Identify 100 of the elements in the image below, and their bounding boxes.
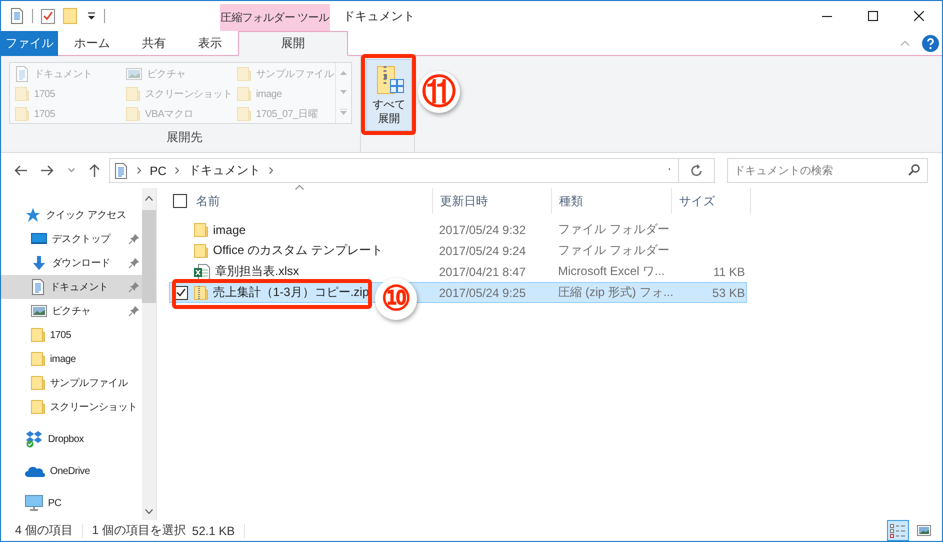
document-icon [31, 279, 45, 295]
type-cell-text: ファイル フォルダー [557, 242, 670, 259]
chevron-icon[interactable] [175, 167, 180, 174]
scroll-up-icon[interactable] [144, 196, 152, 201]
computer-icon [25, 495, 43, 511]
nav-item[interactable]: image [1, 347, 142, 371]
item-count: 4 個の項目 [15, 522, 74, 539]
step-number-badge: ⑩ [375, 278, 417, 320]
forward-icon[interactable] [41, 165, 54, 176]
refresh-icon [690, 164, 703, 177]
breadcrumb[interactable]: ドキュメント [188, 162, 260, 179]
column-header[interactable]: サイズ [672, 188, 751, 214]
help-icon[interactable] [922, 34, 939, 52]
select-all-checkbox[interactable] [173, 194, 187, 208]
scrollbar-thumb[interactable] [142, 210, 156, 303]
file-name: Office のカスタム テンプレート [213, 242, 383, 259]
cloud-icon [25, 464, 45, 478]
selection-size: 52.1 KB [192, 524, 235, 538]
column-header[interactable]: 種類 [552, 188, 672, 214]
pin-icon [128, 233, 140, 245]
maximize-icon [868, 11, 878, 21]
nav-item[interactable]: PC [1, 487, 142, 519]
picture-icon [31, 304, 47, 318]
folder-icon [237, 86, 251, 102]
folder-icon [126, 86, 140, 102]
folder-icon [126, 106, 140, 122]
date-cell-text: 2017/04/21 8:47 [438, 264, 527, 278]
pin-icon [128, 305, 140, 317]
checklist-icon[interactable] [41, 8, 55, 24]
search-field[interactable]: ドキュメントの検索 [727, 158, 928, 183]
ribbon-tab[interactable]: 表示 [182, 31, 238, 56]
nav-item[interactable]: スクリーンショット [1, 395, 142, 419]
selection-count: 1 個の項目を選択 [92, 522, 186, 539]
star-icon [25, 207, 41, 223]
chevron-icon[interactable] [269, 167, 274, 174]
ribbon-tab[interactable]: 共有 [126, 31, 182, 56]
thumbnail-icon [917, 525, 931, 536]
nav-item[interactable]: Dropbox [1, 423, 142, 455]
refresh-button[interactable] [679, 158, 716, 183]
breadcrumb[interactable]: PC [150, 164, 166, 178]
folder-icon [237, 106, 251, 122]
recent-locations-icon[interactable] [68, 168, 75, 173]
folder-icon [237, 66, 251, 82]
size-cell-text: 11 KB [712, 264, 745, 278]
extract-all-button[interactable]: すべて 展開 [366, 59, 412, 131]
file-row[interactable]: Office のカスタム テンプレート 2017/05/24 9:24 ファイル フォルダー [169, 240, 747, 261]
nav-item[interactable]: サンプルファイル [1, 371, 142, 395]
pin-icon [128, 281, 140, 293]
file-name: 売上集計（1-3月）コピー.zip [213, 284, 370, 301]
date-cell-text: 2017/05/24 9:24 [438, 244, 527, 258]
scroll-down-icon[interactable] [144, 509, 152, 514]
nav-item[interactable]: ピクチャ [1, 299, 142, 323]
picture-icon [126, 67, 142, 81]
sort-caret-icon [295, 185, 304, 190]
nav-item[interactable]: ダウンロード [1, 251, 142, 275]
folder-icon [194, 222, 208, 238]
type-cell-text: ファイル フォルダー [557, 221, 670, 238]
folder-icon [31, 399, 45, 415]
nav-item[interactable]: ドキュメント [1, 275, 142, 299]
folder-icon [31, 375, 45, 391]
ribbon-tab[interactable]: ホーム [58, 31, 126, 56]
ribbon-tab[interactable]: ファイル [1, 31, 58, 56]
ribbon-tab[interactable]: 展開 [238, 31, 348, 56]
column-header[interactable]: 更新日時 [433, 188, 552, 214]
file-name: 章別担当表.xlsx [215, 263, 299, 280]
folder-icon [31, 327, 45, 343]
details-view-button[interactable] [887, 520, 909, 541]
date-cell-text: 2017/05/24 9:32 [438, 222, 527, 236]
details-icon [890, 524, 906, 538]
download-icon [31, 255, 47, 271]
address-bar[interactable]: PC ドキュメント [108, 158, 680, 183]
properties-icon[interactable] [10, 8, 24, 24]
chevron-icon[interactable] [136, 167, 141, 174]
column-header[interactable]: 名前 [196, 192, 220, 210]
zip-folder-icon [194, 284, 208, 300]
folder-icon [15, 86, 29, 102]
nav-item[interactable]: OneDrive [1, 455, 142, 487]
folder-icon [194, 242, 208, 258]
context-tab-label: 圧縮フォルダー ツール [220, 4, 330, 31]
group-label: 展開先 [166, 129, 204, 146]
document-icon [15, 66, 29, 82]
pin-icon [128, 257, 140, 269]
folder-icon [31, 351, 45, 367]
monitor-icon [31, 232, 47, 246]
dropdown-icon[interactable] [87, 12, 96, 20]
type-cell-text: Microsoft Excel ワ... [557, 263, 666, 280]
document-icon [114, 162, 128, 178]
nav-item[interactable]: デスクトップ [1, 227, 142, 251]
nav-item[interactable]: 1705 [1, 323, 142, 347]
file-row[interactable]: image 2017/05/24 9:32 ファイル フォルダー [169, 219, 747, 240]
nav-item[interactable]: クイック アクセス [1, 203, 142, 227]
up-icon[interactable] [89, 164, 100, 177]
search-icon[interactable] [908, 164, 920, 176]
back-icon[interactable] [14, 165, 27, 176]
file-name: image [213, 222, 246, 236]
window-title: ドキュメント [343, 8, 415, 24]
type-cell-text: 圧縮 (zip 形式) フォ... [557, 284, 671, 301]
folder-icon [15, 106, 29, 122]
close-icon [914, 11, 924, 21]
dropbox-icon [25, 430, 43, 448]
